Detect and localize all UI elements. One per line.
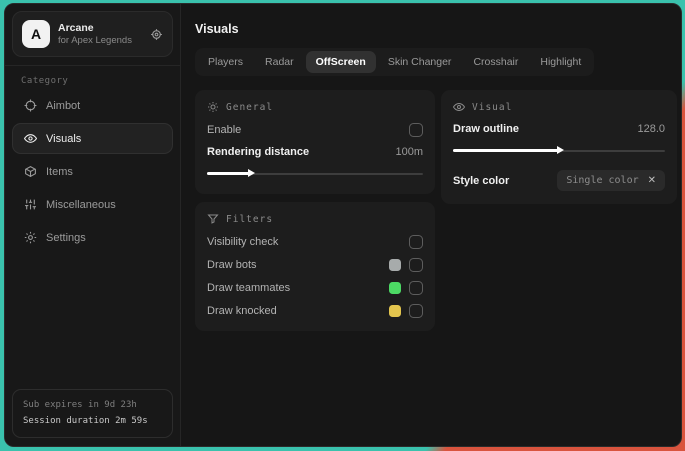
scope-icon[interactable] (150, 28, 163, 41)
general-panel-title: General (226, 101, 274, 113)
sidebar-item-label: Aimbot (46, 99, 81, 112)
draw-teammates-label: Draw teammates (207, 282, 291, 294)
eye-icon (453, 101, 465, 113)
sidebar-item-label: Miscellaneous (46, 198, 116, 211)
eye-icon (23, 132, 37, 145)
app-window: A Arcane for Apex Legends Category Aimbo… (4, 3, 682, 447)
rendering-distance-value: 100m (395, 146, 423, 158)
draw-outline-label: Draw outline (453, 123, 520, 135)
draw-knocked-color-swatch[interactable] (389, 305, 401, 317)
sliders-icon (23, 198, 37, 211)
sidebar-item-label: Settings (46, 231, 86, 244)
main-content: Visuals Players Radar OffScreen Skin Cha… (181, 4, 681, 446)
sun-icon (207, 101, 219, 113)
slider-thumb[interactable] (248, 169, 256, 177)
slider-thumb[interactable] (557, 146, 564, 154)
tab-crosshair[interactable]: Crosshair (463, 51, 528, 73)
sidebar: A Arcane for Apex Legends Category Aimbo… (5, 4, 181, 446)
gear-icon (23, 231, 37, 244)
app-name: Arcane (58, 21, 94, 34)
app-logo: A (22, 20, 50, 48)
sidebar-item-miscellaneous[interactable]: Miscellaneous (12, 189, 173, 220)
enable-label: Enable (207, 124, 242, 136)
sub-expires-text: Sub expires in 9d 23h (23, 400, 137, 411)
style-color-value: Single color (566, 175, 639, 186)
sidebar-item-label: Visuals (46, 132, 82, 145)
draw-bots-color-swatch[interactable] (389, 259, 401, 271)
rendering-distance-slider[interactable] (207, 167, 423, 181)
sidebar-item-aimbot[interactable]: Aimbot (12, 90, 173, 121)
draw-knocked-checkbox[interactable] (409, 304, 423, 318)
draw-bots-label: Draw bots (207, 259, 257, 271)
draw-teammates-checkbox[interactable] (409, 281, 423, 295)
visual-panel-title: Visual (472, 101, 513, 113)
category-label: Category (21, 76, 69, 86)
filters-panel: Filters Visibility check Draw bots Draw … (195, 202, 435, 331)
draw-knocked-label: Draw knocked (207, 305, 277, 317)
sidebar-item-settings[interactable]: Settings (12, 222, 173, 253)
draw-teammates-color-swatch[interactable] (389, 282, 401, 294)
tab-bar: Players Radar OffScreen Skin Changer Cro… (195, 48, 595, 76)
visibility-check-label: Visibility check (207, 236, 279, 248)
style-color-label: Style color (453, 174, 510, 187)
sidebar-item-items[interactable]: Items (12, 156, 173, 187)
app-subtitle: for Apex Legends (58, 34, 132, 46)
sidebar-nav: Aimbot Visuals Items Miscellaneous Setti… (5, 90, 180, 253)
enable-checkbox[interactable] (409, 123, 423, 137)
tab-players[interactable]: Players (198, 51, 253, 73)
sidebar-item-visuals[interactable]: Visuals (12, 123, 173, 154)
tab-offscreen[interactable]: OffScreen (305, 51, 376, 73)
brand-card: A Arcane for Apex Legends (12, 11, 173, 57)
cube-icon (23, 165, 37, 178)
draw-outline-value: 128.0 (637, 123, 665, 135)
sidebar-item-label: Items (46, 165, 73, 178)
draw-bots-checkbox[interactable] (409, 258, 423, 272)
tab-radar[interactable]: Radar (255, 51, 304, 73)
session-duration-text: Session duration 2m 59s (23, 415, 148, 426)
close-icon[interactable]: ✕ (648, 175, 656, 186)
rendering-distance-label: Rendering distance (207, 146, 310, 158)
crosshair-icon (23, 99, 37, 112)
brand-text: Arcane for Apex Legends (58, 22, 142, 47)
filters-panel-title: Filters (226, 213, 274, 225)
general-panel: General Enable Rendering distance 100m (195, 90, 435, 194)
sidebar-divider (5, 65, 180, 66)
subscription-status-box: Sub expires in 9d 23h Session duration 2… (12, 389, 173, 438)
tab-skin-changer[interactable]: Skin Changer (378, 51, 462, 73)
draw-outline-slider[interactable] (453, 144, 665, 158)
tab-highlight[interactable]: Highlight (530, 51, 591, 73)
page-title: Visuals (195, 22, 239, 36)
visual-panel: Visual Draw outline 128.0 Style color Si… (441, 90, 677, 204)
visibility-check-checkbox[interactable] (409, 235, 423, 249)
style-color-select[interactable]: Single color ✕ (557, 170, 665, 191)
funnel-icon (207, 213, 219, 225)
